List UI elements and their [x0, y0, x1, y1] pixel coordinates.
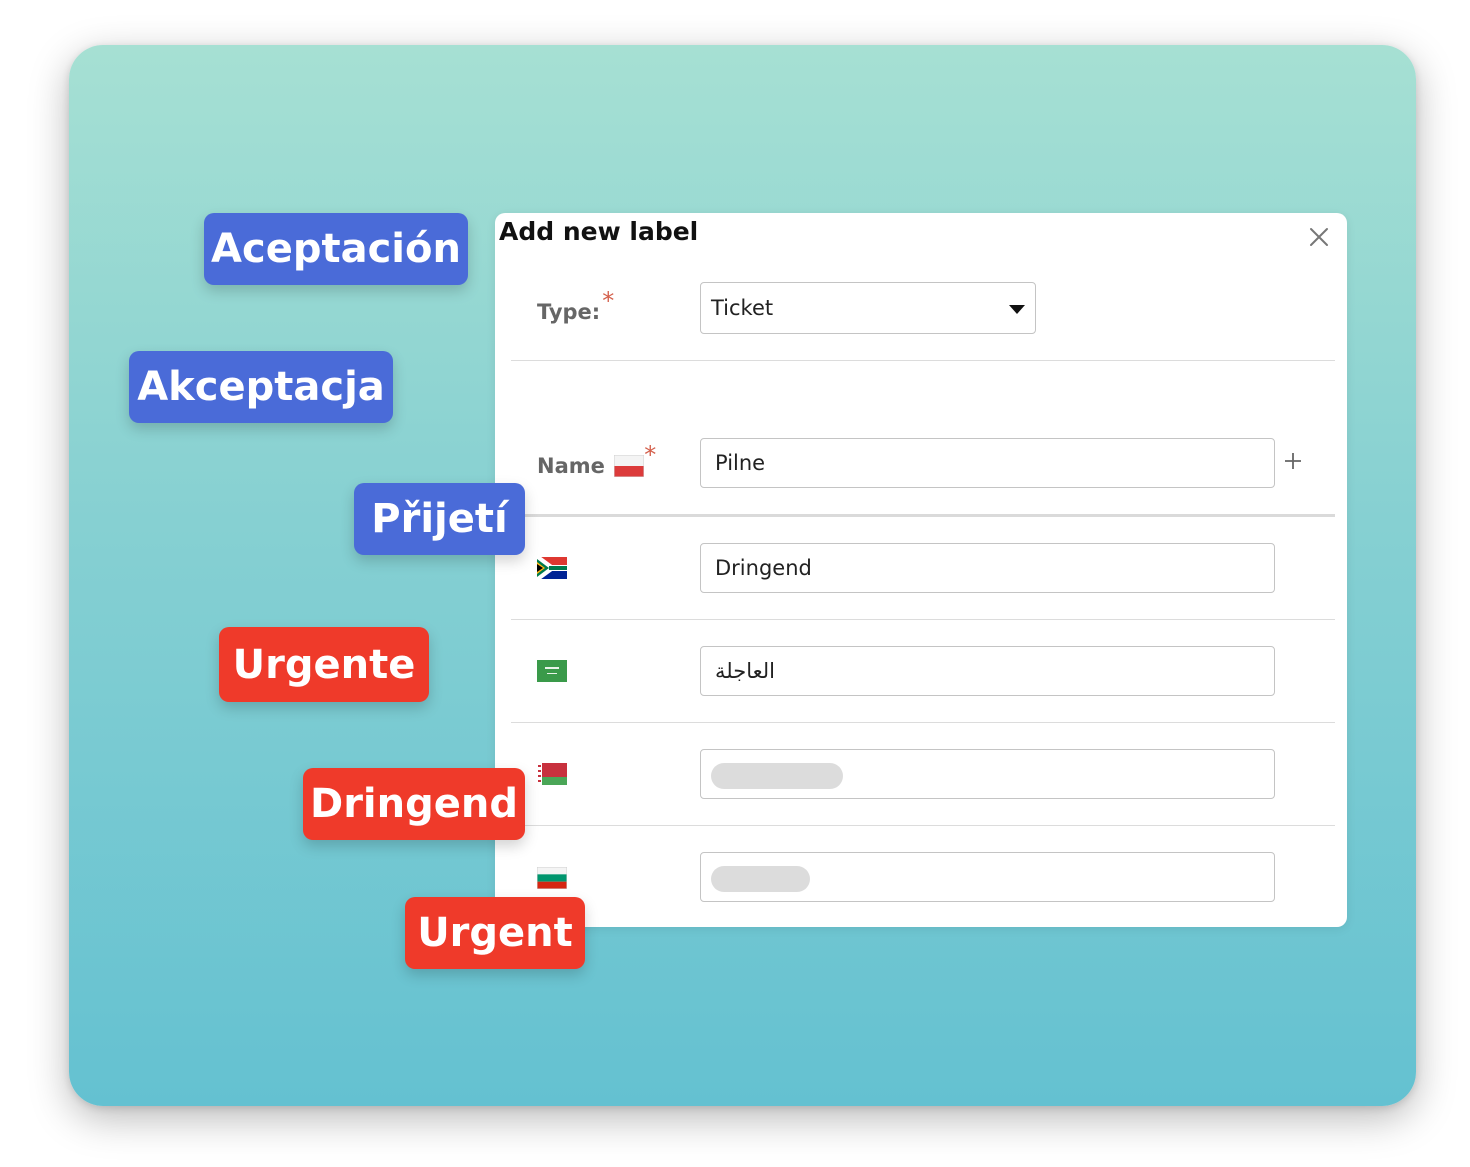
name-label-text: Name [537, 454, 605, 478]
divider [511, 514, 1335, 517]
required-mark: * [602, 287, 615, 315]
type-select-value: Ticket [711, 296, 774, 320]
name-input-pl[interactable]: Pilne [700, 438, 1275, 488]
translation-value: Dringend [715, 556, 812, 580]
south-africa-flag-icon [537, 557, 567, 579]
tag-akceptacja: Akceptacja [129, 351, 393, 423]
caret-down-icon [1009, 305, 1025, 314]
type-select[interactable]: Ticket [700, 282, 1036, 334]
close-icon[interactable] [1307, 225, 1331, 249]
loading-placeholder [711, 866, 810, 892]
tag-prijeti: Přijetí [354, 483, 525, 555]
belarus-flag-icon [537, 763, 567, 785]
tag-dringend: Dringend [303, 768, 525, 840]
poland-flag-icon [613, 454, 645, 478]
divider [511, 825, 1335, 826]
translation-input[interactable] [700, 852, 1275, 902]
plus-icon[interactable] [1283, 451, 1303, 471]
translation-input[interactable]: العاجلة [700, 646, 1275, 696]
type-label: Type:* [537, 287, 614, 325]
add-label-dialog: Add new label Type:* Ticket Name * Pilne [495, 213, 1347, 927]
divider [511, 722, 1335, 723]
divider [511, 360, 1335, 361]
required-mark: * [644, 441, 657, 469]
translation-input[interactable] [700, 749, 1275, 799]
bulgaria-flag-icon [537, 867, 567, 889]
tag-urgente: Urgente [219, 627, 429, 702]
divider [511, 619, 1335, 620]
translation-input[interactable]: Dringend [700, 543, 1275, 593]
tag-aceptacion: Aceptación [204, 213, 468, 285]
translation-value: العاجلة [715, 659, 775, 683]
type-label-text: Type: [537, 300, 601, 324]
loading-placeholder [711, 763, 843, 789]
saudi-arabia-flag-icon [537, 660, 567, 682]
name-label: Name * [537, 441, 656, 479]
tag-urgent: Urgent [405, 897, 585, 969]
dialog-title: Add new label [499, 217, 699, 246]
name-input-value: Pilne [715, 451, 766, 475]
